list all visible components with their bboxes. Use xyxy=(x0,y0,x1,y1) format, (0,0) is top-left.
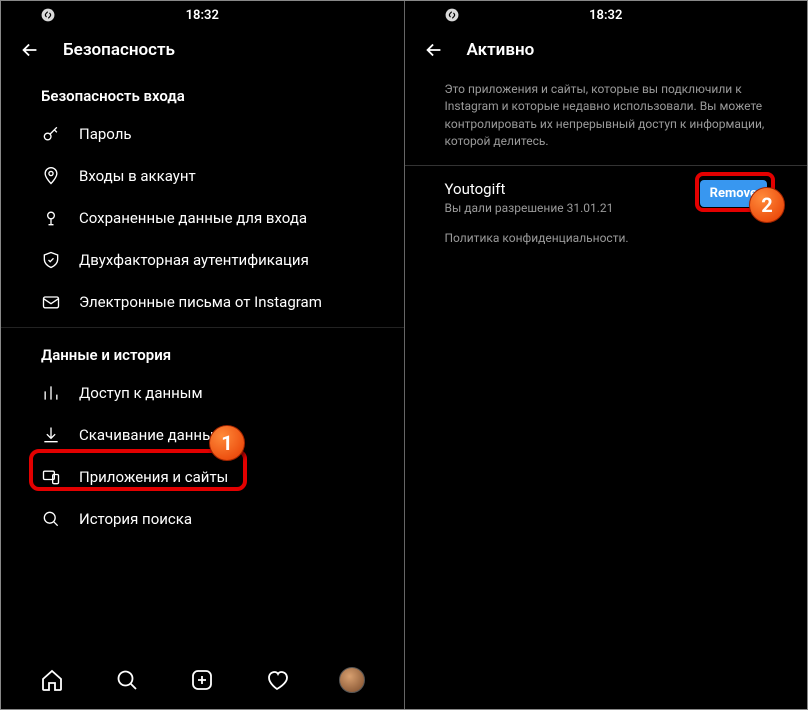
connected-app-row: Youtogift Вы дали разрешение 31.01.21 Re… xyxy=(405,166,808,221)
left-phone-screen: 18:32 Безопасность Безопасность входа Па… xyxy=(1,1,404,709)
nav-profile-avatar[interactable] xyxy=(339,667,365,693)
location-pin-icon xyxy=(41,166,61,186)
bar-chart-icon xyxy=(41,383,61,403)
item-data-access[interactable]: Доступ к данным xyxy=(1,372,404,414)
item-label: Сохраненные данные для входа xyxy=(79,209,307,227)
mail-icon xyxy=(41,292,61,312)
item-login-activity[interactable]: Входы в аккаунт xyxy=(1,155,404,197)
shazam-icon xyxy=(41,8,55,22)
key-icon xyxy=(41,124,61,144)
item-label: Электронные письма от Instagram xyxy=(79,293,322,311)
right-phone-screen: 18:32 Активно Это приложения и сайты, ко… xyxy=(405,1,808,709)
nav-search-icon[interactable] xyxy=(114,667,140,693)
page-description: Это приложения и сайты, которые вы подкл… xyxy=(405,75,808,165)
item-label: Пароль xyxy=(79,125,132,143)
app-authorized-date: Вы дали разрешение 31.01.21 xyxy=(445,201,614,215)
shield-check-icon xyxy=(41,250,61,270)
item-label: Двухфакторная аутентификация xyxy=(79,251,309,269)
item-label: Скачивание данных xyxy=(79,426,221,444)
app-name: Youtogift xyxy=(445,180,614,198)
item-search-history[interactable]: История поиска xyxy=(1,498,404,540)
status-bar: 18:32 xyxy=(1,1,404,29)
item-two-factor[interactable]: Двухфакторная аутентификация xyxy=(1,239,404,281)
page-title: Активно xyxy=(467,40,535,60)
shazam-icon xyxy=(445,8,459,22)
item-password[interactable]: Пароль xyxy=(1,113,404,155)
section-login-security: Безопасность входа xyxy=(1,75,404,113)
item-label: Доступ к данным xyxy=(79,384,203,402)
back-arrow-icon[interactable] xyxy=(423,39,445,61)
item-download-data[interactable]: Скачивание данных xyxy=(1,414,404,456)
keyhole-icon xyxy=(41,208,61,228)
section-data-history: Данные и история xyxy=(1,334,404,372)
page-header: Безопасность xyxy=(1,29,404,75)
item-label: История поиска xyxy=(79,510,192,528)
annotation-badge-2: 2 xyxy=(749,187,785,223)
status-time: 18:32 xyxy=(589,8,622,23)
nav-create-icon[interactable] xyxy=(189,667,215,693)
status-time: 18:32 xyxy=(186,8,219,23)
search-icon xyxy=(41,509,61,529)
privacy-policy-link[interactable]: Политика конфиденциальности. xyxy=(405,221,808,255)
page-title: Безопасность xyxy=(63,40,175,60)
nav-activity-icon[interactable] xyxy=(264,667,290,693)
page-header: Активно xyxy=(405,29,808,75)
item-saved-login[interactable]: Сохраненные данные для входа xyxy=(1,197,404,239)
back-arrow-icon[interactable] xyxy=(19,39,41,61)
bottom-nav xyxy=(1,651,404,709)
status-bar: 18:32 xyxy=(405,1,808,29)
download-icon xyxy=(41,425,61,445)
section-divider xyxy=(1,327,404,328)
item-label: Входы в аккаунт xyxy=(79,167,196,185)
devices-icon xyxy=(41,467,61,487)
item-emails[interactable]: Электронные письма от Instagram xyxy=(1,281,404,323)
item-label: Приложения и сайты xyxy=(79,468,228,486)
annotation-badge-1: 1 xyxy=(209,425,245,461)
item-apps-and-sites[interactable]: Приложения и сайты xyxy=(1,456,404,498)
nav-home-icon[interactable] xyxy=(39,667,65,693)
